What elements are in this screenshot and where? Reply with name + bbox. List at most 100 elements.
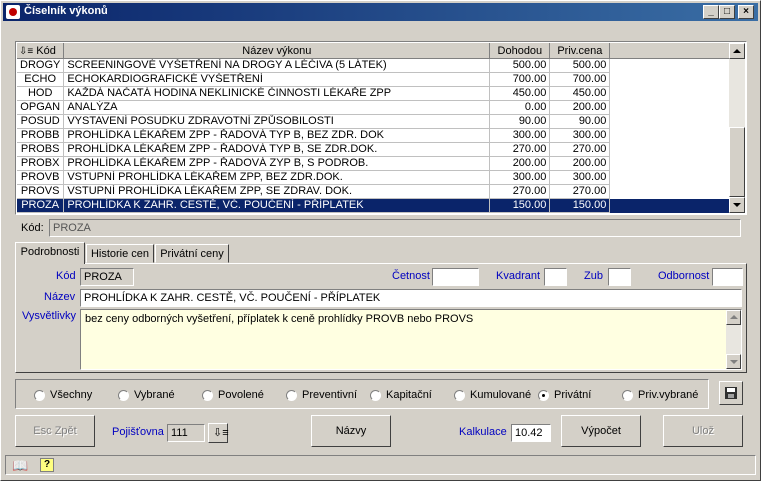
textarea-scroll-down[interactable] (726, 354, 741, 369)
cell-kod[interactable]: PROVB (17, 170, 65, 185)
radio-circle[interactable] (370, 389, 381, 401)
minimize-button[interactable]: _ (703, 5, 719, 19)
cell-nazev[interactable]: PROHLÍDKA K ZAHR. CESTĚ, VČ. POUČENÍ - P… (63, 198, 491, 213)
uloz-button[interactable]: Ulož (663, 415, 743, 447)
cell-dohodou[interactable]: 200.00 (489, 156, 551, 171)
cell-priv[interactable]: 300.00 (549, 170, 611, 185)
cell-dohodou[interactable]: 270.00 (489, 184, 551, 199)
cell-priv[interactable]: 200.00 (549, 156, 611, 171)
cell-dohodou[interactable]: 0.00 (489, 100, 551, 115)
radio-circle[interactable] (454, 389, 465, 401)
odbornost-field[interactable] (712, 268, 743, 286)
radio-circle[interactable] (286, 389, 297, 401)
tab-privatni-ceny[interactable]: Privátní ceny (155, 244, 229, 263)
cell-priv[interactable]: 150.00 (549, 198, 611, 213)
close-button[interactable]: × (738, 5, 754, 19)
cell-dohodou[interactable]: 150.00 (489, 198, 551, 213)
pojistovna-field[interactable]: 111 (167, 424, 205, 442)
kalkulace-field[interactable]: 10.42 (511, 424, 551, 442)
cell-nazev[interactable]: SCREENINGOVÉ VYŠETŘENÍ NA DROGY A LÉČIVA… (63, 58, 491, 73)
table-row[interactable]: PROVS VSTUPNÍ PROHLÍDKA LÉKAŘEM ZPP, SE Z… (17, 184, 732, 199)
maximize-button[interactable]: □ (719, 5, 735, 19)
nazev-field[interactable]: PROHLÍDKA K ZAHR. CESTĚ, VČ. POUČENÍ - P… (80, 289, 742, 307)
filter-privatni[interactable]: Privátní (538, 389, 591, 401)
textarea-scrollbar[interactable] (726, 310, 741, 369)
zub-field[interactable] (608, 268, 631, 286)
cell-nazev[interactable]: PROHLÍDKA LÉKAŘEM ZPP - ŘADOVÁ ZYP B, S … (63, 156, 491, 171)
filter-preventivni[interactable]: Preventivní (286, 389, 357, 401)
cell-priv[interactable]: 500.00 (549, 58, 611, 73)
vysvetlivky-textarea[interactable]: bez ceny odborných vyšetření, příplatek … (80, 309, 742, 370)
cell-priv[interactable]: 700.00 (549, 72, 611, 87)
cell-nazev[interactable]: KAŽDÁ NAČATÁ HODINA NEKLINICKÉ ČINNOSTI … (63, 86, 491, 101)
scroll-up-button[interactable] (729, 43, 745, 59)
col-nazev-header[interactable]: Název výkonu (63, 43, 491, 59)
radio-circle-checked[interactable] (538, 389, 549, 401)
nazvy-button[interactable]: Názvy (311, 415, 391, 447)
radio-circle[interactable] (118, 389, 129, 401)
col-priv-header[interactable]: Priv.cena (549, 43, 611, 59)
cell-nazev[interactable]: PROHLÍDKA LÉKAŘEM ZPP - ŘADOVÁ TYP B, SE… (63, 142, 491, 157)
cell-nazev[interactable]: ECHOKARDIOGRAFICKÉ VYŠETŘENÍ (63, 72, 491, 87)
tab-podrobnosti[interactable]: Podrobnosti (15, 242, 85, 264)
filter-kumulovane[interactable]: Kumulované (454, 389, 531, 401)
cell-dohodou[interactable]: 270.00 (489, 142, 551, 157)
table-row[interactable]: HOD KAŽDÁ NAČATÁ HODINA NEKLINICKÉ ČINNOS… (17, 86, 732, 101)
table-row[interactable]: OPGAN ANALÝZA 0.00 200.00 (17, 100, 732, 115)
cell-nazev[interactable]: PROHLÍDKA LÉKAŘEM ZPP - ŘADOVÁ TYP B, BE… (63, 128, 491, 143)
cetnost-field[interactable] (432, 268, 479, 286)
cell-nazev[interactable]: VSTUPNÍ PROHLÍDKA LÉKAŘEM ZPP, SE ZDRAV.… (63, 184, 491, 199)
cell-priv[interactable]: 90.00 (549, 114, 611, 129)
cell-kod[interactable]: PROBB (17, 128, 65, 143)
cell-priv[interactable]: 450.00 (549, 86, 611, 101)
table-row[interactable]: PROZA PROHLÍDKA K ZAHR. CESTĚ, VČ. POUČEN… (17, 198, 732, 213)
radio-circle[interactable] (622, 389, 633, 401)
cell-kod[interactable]: HOD (17, 86, 65, 101)
vypocet-button[interactable]: Výpočet (561, 415, 641, 447)
kod-top-field[interactable]: PROZA (49, 219, 741, 237)
col-kod-header[interactable]: ⇩≡ Kód (17, 43, 65, 59)
cell-dohodou[interactable]: 300.00 (489, 128, 551, 143)
cell-priv[interactable]: 300.00 (549, 128, 611, 143)
book-icon[interactable]: 📖 (12, 458, 28, 474)
cell-kod[interactable]: PROZA (17, 198, 65, 213)
filter-povolene[interactable]: Povolené (202, 389, 264, 401)
kvadrant-field[interactable] (544, 268, 567, 286)
textarea-scroll-up[interactable] (726, 310, 741, 325)
col-dohodou-header[interactable]: Dohodou (489, 43, 551, 59)
help-icon[interactable]: ? (40, 458, 54, 472)
cell-dohodou[interactable]: 450.00 (489, 86, 551, 101)
cell-kod[interactable]: PROBX (17, 156, 65, 171)
filter-priv-vybrane[interactable]: Priv.vybrané (622, 389, 698, 401)
cell-kod[interactable]: PROBS (17, 142, 65, 157)
cell-kod[interactable]: DROGY (17, 58, 65, 73)
table-row[interactable]: POSUD VYSTAVENÍ POSUDKU ZDRAVOTNÍ ZPŮSOBI… (17, 114, 732, 129)
cell-priv[interactable]: 200.00 (549, 100, 611, 115)
grid-scrollbar[interactable] (729, 43, 745, 213)
app-icon[interactable] (6, 5, 20, 19)
detail-kod-field[interactable]: PROZA (80, 268, 134, 286)
cell-kod[interactable]: OPGAN (17, 100, 65, 115)
radio-circle[interactable] (34, 389, 45, 401)
scroll-down-button[interactable] (729, 197, 745, 213)
filter-vsechny[interactable]: Všechny (34, 389, 92, 401)
cell-dohodou[interactable]: 500.00 (489, 58, 551, 73)
table-row[interactable]: PROBB PROHLÍDKA LÉKAŘEM ZPP - ŘADOVÁ TYP … (17, 128, 732, 143)
table-row[interactable]: PROBX PROHLÍDKA LÉKAŘEM ZPP - ŘADOVÁ ZYP … (17, 156, 732, 171)
cell-dohodou[interactable]: 90.00 (489, 114, 551, 129)
cell-kod[interactable]: ECHO (17, 72, 65, 87)
scroll-thumb[interactable] (729, 127, 745, 197)
pojistovna-lookup-button[interactable]: ⇩≡ (208, 423, 229, 443)
services-grid[interactable]: ⇩≡ Kód Název výkonu Dohodou Priv.cena DR… (15, 41, 747, 215)
esc-back-button[interactable]: Esc Zpět (15, 415, 95, 447)
filter-kapitacni[interactable]: Kapitační (370, 389, 432, 401)
cell-nazev[interactable]: VYSTAVENÍ POSUDKU ZDRAVOTNÍ ZPŮSOBILOSTI (63, 114, 491, 129)
cell-dohodou[interactable]: 700.00 (489, 72, 551, 87)
radio-circle[interactable] (202, 389, 213, 401)
cell-kod[interactable]: POSUD (17, 114, 65, 129)
tab-historie-cen[interactable]: Historie cen (86, 244, 154, 263)
cell-nazev[interactable]: VSTUPNÍ PROHLÍDKA LÉKAŘEM ZPP, BEZ ZDR.D… (63, 170, 491, 185)
cell-dohodou[interactable]: 300.00 (489, 170, 551, 185)
cell-priv[interactable]: 270.00 (549, 184, 611, 199)
cell-nazev[interactable]: ANALÝZA (63, 100, 491, 115)
